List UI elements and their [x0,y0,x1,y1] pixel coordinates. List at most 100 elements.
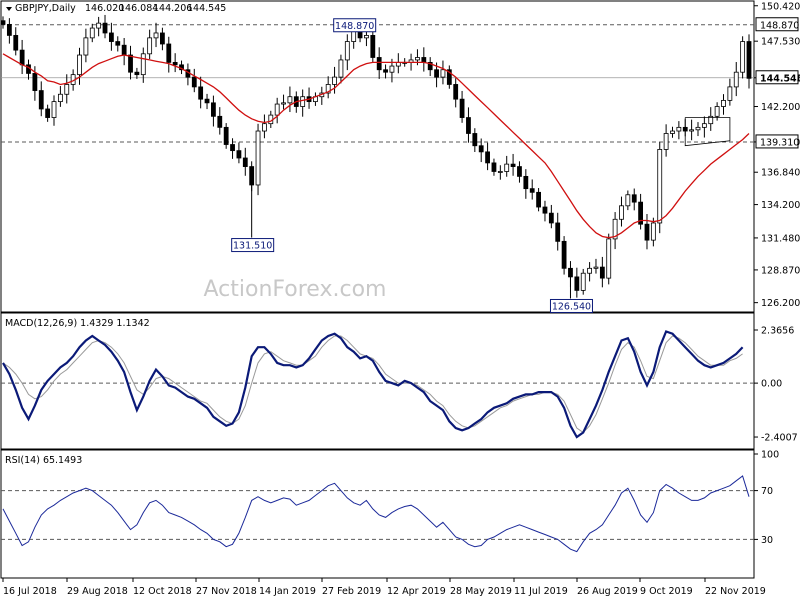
candle-body-26 [166,43,172,63]
price-tick-label-0: 150.420 [761,1,800,12]
candle-body-31 [198,86,204,100]
candle-body-52 [332,76,337,85]
candle-body-94 [599,266,605,279]
candle-body-16 [102,22,108,34]
rsi-axis: 100 70 30 [754,450,779,546]
macd-line [2,330,744,439]
price-tick-label-3: 142.200 [761,102,800,113]
candle-body-86 [548,212,554,224]
candle-body-36 [230,144,235,152]
price-moving-average [2,53,750,239]
candle-body-109 [695,126,701,131]
candle-body-38 [242,157,248,167]
x-tick-label-6: 12 Apr 2019 [387,586,446,597]
macd-axis: 2.3656 0.00 -2.4007 [754,326,798,444]
candle-body-10 [64,84,70,95]
macd-signal-line [2,335,743,434]
candle-body-112 [714,106,720,117]
candle-body-95 [606,238,612,279]
candle-body-65 [415,57,420,61]
candle-body-79 [504,163,510,172]
candle-body-35 [223,126,229,145]
candle-body-101 [644,223,650,241]
price-watermark: ActionForex.com [204,277,387,302]
candle-body-58 [370,35,376,58]
x-tick-label-4: 14 Jan 2019 [259,586,316,597]
candle-body-117 [746,41,752,79]
x-tick-label-11: 22 Nov 2019 [705,586,766,597]
candle-body-1 [6,23,12,36]
candle-body-66 [421,57,427,63]
candle-body-80 [510,163,516,167]
candle-body-82 [523,175,529,190]
candle-body-61 [389,65,395,73]
price-header: GBPJPY,Daily 146.020 146.084 144.206 144… [6,3,226,14]
candle-body-8 [51,101,57,118]
macd-panel-frame [0,312,755,450]
candle-body-116 [740,41,746,73]
candle-body-110 [701,123,707,128]
candle-body-12 [77,54,82,76]
collapse-arrow-icon [6,7,12,11]
candle-body-13 [83,37,89,56]
candle-body-3 [19,49,25,66]
candle-body-88 [561,240,567,269]
candle-body-59 [376,57,382,71]
candle-body-47 [300,96,306,107]
macd-title: MACD(12,26,9) 1.4329 1.1342 [5,318,150,329]
x-tick-label-8: 11 Jul 2019 [514,586,568,597]
candle-body-93 [593,266,599,269]
candle-body-115 [733,71,739,88]
rsi-lines [2,475,750,553]
candle-body-113 [721,99,726,107]
candle-body-99 [631,194,637,203]
candle-body-78 [497,171,503,173]
x-tick-label-1: 29 Aug 2018 [67,586,128,597]
candle-body-39 [249,166,255,186]
candle-body-102 [650,222,656,241]
moving-average-line [2,53,750,239]
rsi-tick-label-2: 30 [761,535,773,546]
candle-body-40 [255,130,261,186]
price-tick-label-8: 128.870 [761,265,800,276]
candle-body-92 [587,267,592,274]
candle-body-71 [453,84,459,100]
annotation-label-1: 131.510 [233,241,272,252]
rsi-tick-label-0: 100 [761,450,779,461]
candle-body-54 [344,41,350,61]
candle-body-75 [478,145,484,153]
candle-body-0 [0,20,6,25]
candle-body-41 [262,123,267,132]
x-tick-label-9: 26 Aug 2019 [577,586,638,597]
candle-body-44 [281,102,286,105]
candle-body-60 [383,69,388,73]
candle-body-68 [434,69,439,78]
x-tick-label-2: 12 Oct 2018 [133,586,192,597]
candle-body-34 [217,115,223,128]
price-tick-label-7: 131.480 [761,233,800,244]
candle-body-22 [140,53,146,76]
x-tick-label-7: 28 May 2019 [450,586,512,597]
candle-body-21 [134,71,140,76]
price-grid [1,24,754,143]
candle-body-83 [529,188,535,193]
price-tick-label-1: 147.530 [761,37,800,48]
candle-body-81 [517,166,522,177]
candle-body-74 [472,133,478,147]
macd-tick-label-1: 0.00 [761,379,782,390]
price-tick-label-9: 126.200 [761,298,800,309]
price-axis: 150.420 147.530 144.545 142.200 139.310 136.8… [754,1,800,309]
macd-lines [2,330,744,439]
candle-body-57 [364,35,369,39]
candle-body-91 [580,272,586,291]
candle-body-18 [115,41,121,46]
candle-body-89 [568,267,573,278]
rsi-line [2,475,750,553]
candle-body-15 [96,22,102,29]
candle-body-97 [619,205,624,220]
candle-body-108 [689,129,695,132]
candle-body-32 [204,98,210,104]
candle-body-30 [191,76,197,88]
candle-body-69 [440,69,446,78]
candle-body-7 [45,108,51,118]
